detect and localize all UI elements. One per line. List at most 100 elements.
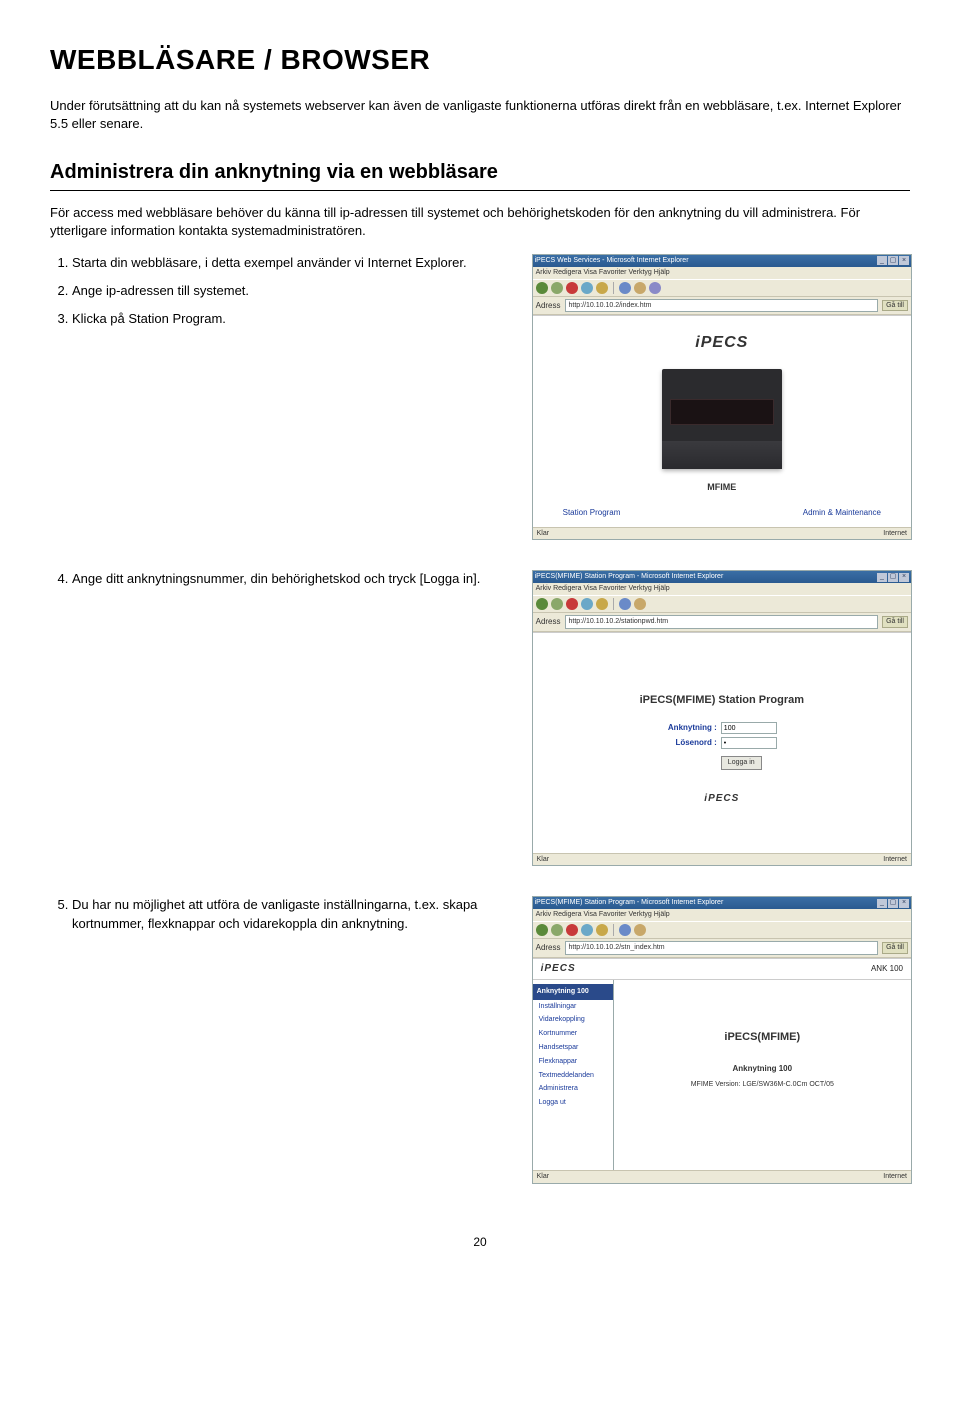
favorites-icon [634, 924, 646, 936]
go-button: Gå till [882, 300, 908, 312]
header-station: ANK 100 [871, 963, 903, 974]
sidebar-item: Vidarekoppling [533, 1013, 613, 1027]
address-field: http://10.10.10.2/stationpwd.htm [565, 615, 879, 629]
sidebar-item: Administrera [533, 1082, 613, 1096]
toolbar-divider [613, 924, 614, 936]
window-title: iPECS(MFIME) Station Program - Microsoft… [535, 898, 724, 908]
forward-icon [551, 924, 563, 936]
search-icon [619, 282, 631, 294]
stop-icon [566, 598, 578, 610]
close-icon: × [899, 899, 909, 908]
extension-input [721, 722, 777, 734]
maximize-icon: ▢ [888, 573, 898, 582]
sidebar-item: Inställningar [533, 1000, 613, 1014]
step-1: Starta din webbläsare, i detta exempel a… [72, 254, 514, 272]
home-icon [596, 924, 608, 936]
main-sub: Anknytning 100 [614, 1063, 911, 1074]
sidebar-item: Textmeddelanden [533, 1069, 613, 1083]
address-label: Adress [536, 942, 561, 953]
station-program-link: Station Program [563, 507, 621, 518]
stop-icon [566, 282, 578, 294]
sidebar: Anknytning 100 Inställningar Vidarekoppl… [533, 980, 614, 1170]
close-icon: × [899, 256, 909, 265]
ipecs-logo: iPECS [533, 792, 911, 806]
maximize-icon: ▢ [888, 256, 898, 265]
toolbar-divider [613, 598, 614, 610]
go-button: Gå till [882, 942, 908, 954]
extension-label: Anknytning : [667, 722, 717, 733]
screenshot-2: iPECS(MFIME) Station Program - Microsoft… [532, 570, 912, 866]
sidebar-head: Anknytning 100 [533, 984, 613, 1000]
sidebar-item: Handsetspar [533, 1041, 613, 1055]
refresh-icon [581, 924, 593, 936]
menubar: Arkiv Redigera Visa Favoriter Verktyg Hj… [533, 583, 911, 595]
minimize-icon: _ [877, 256, 887, 265]
forward-icon [551, 598, 563, 610]
address-field: http://10.10.10.2/stn_index.htm [565, 941, 879, 955]
menubar: Arkiv Redigera Visa Favoriter Verktyg Hj… [533, 267, 911, 279]
favorites-icon [634, 282, 646, 294]
sidebar-item: Logga ut [533, 1096, 613, 1110]
step-2: Ange ip-adressen till systemet. [72, 282, 514, 300]
main-version: MFIME Version: LGE/SW36M-C.0Cm OCT/05 [614, 1080, 911, 1090]
steps-list-a: Starta din webbläsare, i detta exempel a… [50, 254, 514, 329]
screenshot-1: iPECS Web Services - Microsoft Internet … [532, 254, 912, 540]
password-label: Lösenord : [667, 737, 717, 748]
main-title: iPECS(MFIME) [614, 1030, 911, 1045]
status-left: Klar [537, 1172, 549, 1182]
search-icon [619, 924, 631, 936]
section-intro: För access med webbläsare behöver du kän… [50, 204, 910, 240]
window-title: iPECS Web Services - Microsoft Internet … [535, 256, 689, 266]
status-right: Internet [883, 529, 907, 539]
password-input [721, 737, 777, 749]
maximize-icon: ▢ [888, 899, 898, 908]
toolbar [533, 279, 911, 297]
toolbar [533, 921, 911, 939]
admin-maintenance-link: Admin & Maintenance [803, 507, 881, 518]
screenshot-3: iPECS(MFIME) Station Program - Microsoft… [532, 896, 912, 1183]
minimize-icon: _ [877, 899, 887, 908]
page-title: WEBBLÄSARE / BROWSER [50, 40, 910, 79]
sidebar-item: Kortnummer [533, 1027, 613, 1041]
model-label: MFIME [533, 481, 911, 494]
forward-icon [551, 282, 563, 294]
login-button: Logga in [721, 756, 762, 770]
home-icon [596, 598, 608, 610]
ipecs-logo: iPECS [533, 316, 911, 362]
intro-text: Under förutsättning att du kan nå system… [50, 97, 910, 133]
address-label: Adress [536, 616, 561, 627]
menubar: Arkiv Redigera Visa Favoriter Verktyg Hj… [533, 909, 911, 921]
ipecs-logo: iPECS [541, 962, 576, 976]
section-divider [50, 190, 910, 191]
device-image [662, 369, 782, 469]
status-right: Internet [883, 1172, 907, 1182]
stop-icon [566, 924, 578, 936]
refresh-icon [581, 598, 593, 610]
history-icon [649, 282, 661, 294]
favorites-icon [634, 598, 646, 610]
status-right: Internet [883, 855, 907, 865]
window-title: iPECS(MFIME) Station Program - Microsoft… [535, 572, 724, 582]
login-form: Anknytning : Lösenord : Logga in [667, 722, 777, 770]
back-icon [536, 924, 548, 936]
step-5: Du har nu möjlighet att utföra de vanlig… [72, 896, 514, 932]
login-title: iPECS(MFIME) Station Program [533, 693, 911, 708]
section-title: Administrera din anknytning via en webbl… [50, 158, 910, 186]
minimize-icon: _ [877, 573, 887, 582]
steps-list-b: Ange ditt anknytningsnummer, din behörig… [50, 570, 514, 588]
steps-list-c: Du har nu möjlighet att utföra de vanlig… [50, 896, 514, 932]
sidebar-item: Flexknappar [533, 1055, 613, 1069]
back-icon [536, 598, 548, 610]
address-field: http://10.10.10.2/index.htm [565, 299, 879, 313]
search-icon [619, 598, 631, 610]
go-button: Gå till [882, 616, 908, 628]
step-4: Ange ditt anknytningsnummer, din behörig… [72, 570, 514, 588]
step-3: Klicka på Station Program. [72, 310, 514, 328]
toolbar [533, 595, 911, 613]
toolbar-divider [613, 282, 614, 294]
home-icon [596, 282, 608, 294]
status-left: Klar [537, 855, 549, 865]
status-left: Klar [537, 529, 549, 539]
refresh-icon [581, 282, 593, 294]
page-number: 20 [50, 1234, 910, 1251]
